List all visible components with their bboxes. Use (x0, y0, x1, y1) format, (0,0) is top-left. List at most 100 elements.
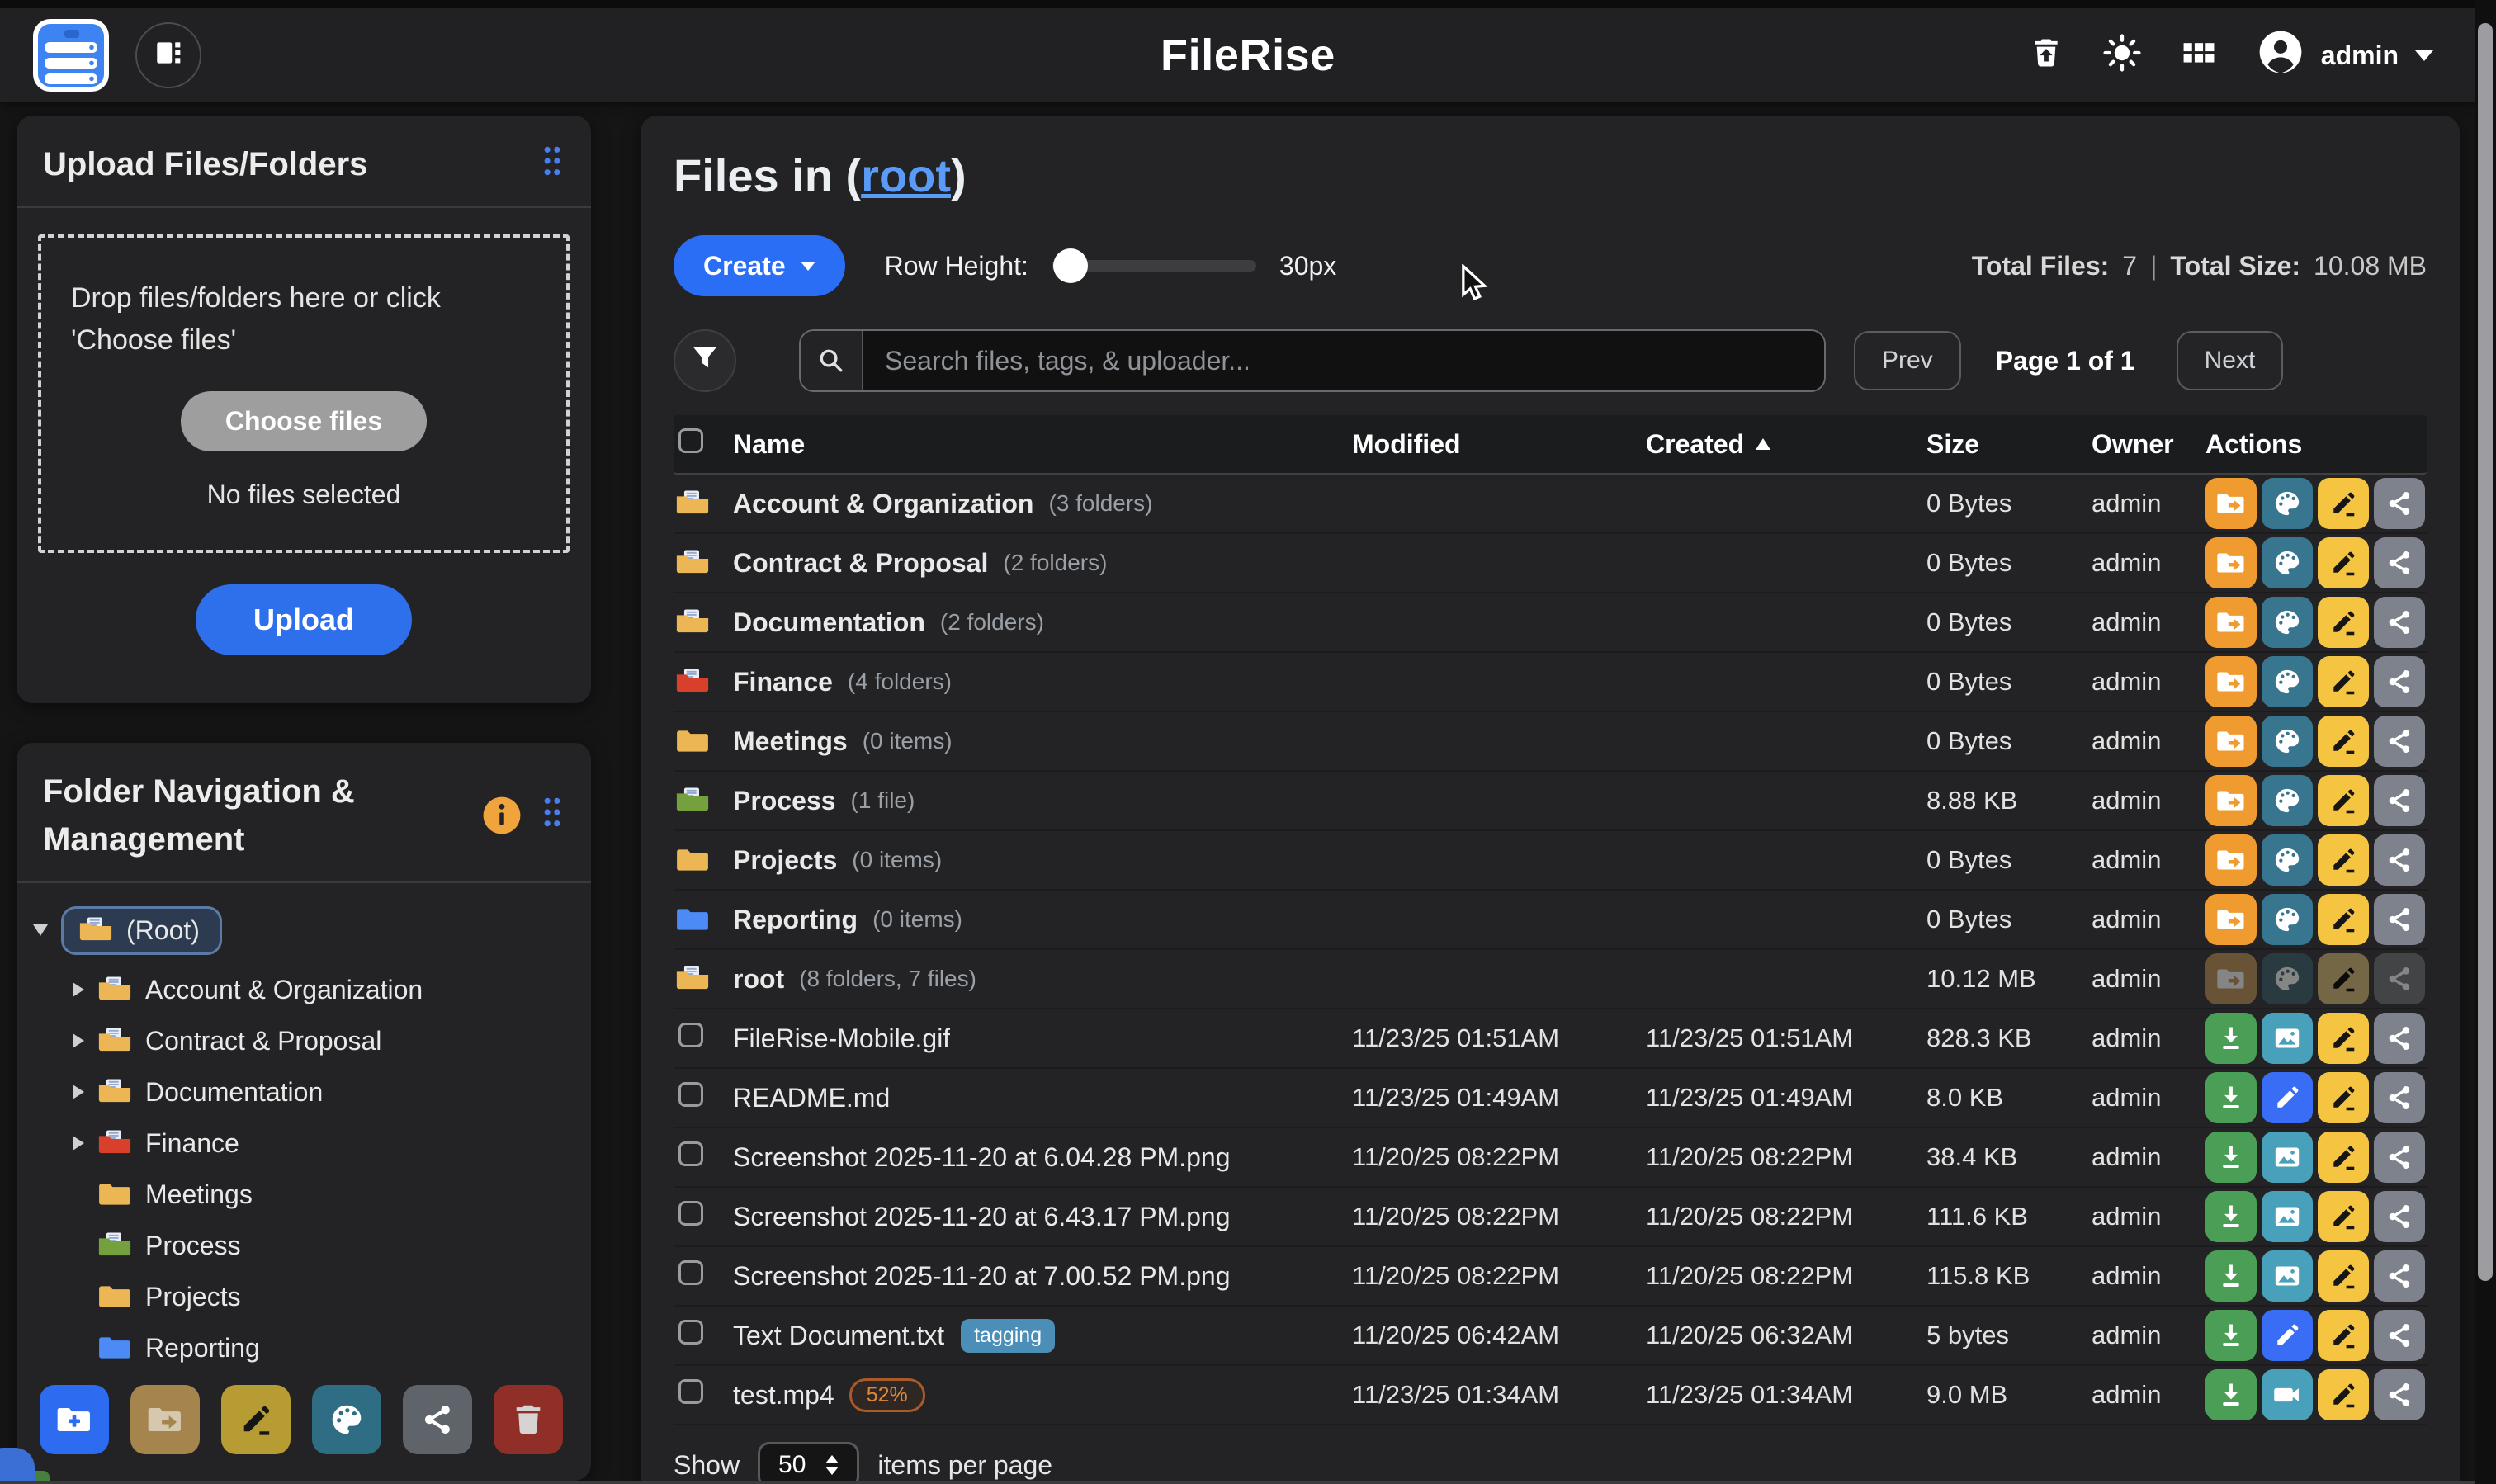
file-name[interactable]: Screenshot 2025-11-20 at 6.04.28 PM.png (733, 1142, 1230, 1173)
open-folder-button[interactable] (2205, 478, 2257, 529)
column-header-created[interactable]: Created (1646, 429, 1926, 460)
download-button[interactable] (2205, 1072, 2257, 1123)
rename-button[interactable] (2318, 716, 2369, 767)
folder-name[interactable]: Process (733, 786, 836, 816)
create-folder-button[interactable] (40, 1385, 109, 1454)
rename-button[interactable] (2318, 1132, 2369, 1183)
edit-text-button[interactable] (2262, 1072, 2313, 1123)
column-header-name[interactable]: Name (733, 429, 1352, 460)
palette-button[interactable] (2262, 716, 2313, 767)
prev-page-button[interactable]: Prev (1854, 331, 1961, 390)
rename-button[interactable] (2318, 597, 2369, 648)
folder-tree-item[interactable]: Documentation (33, 1066, 578, 1118)
share-folder-button[interactable] (403, 1385, 472, 1454)
row-checkbox[interactable] (678, 1023, 703, 1047)
rename-button[interactable] (2318, 1369, 2369, 1420)
share-button[interactable] (2374, 478, 2425, 529)
folder-row[interactable]: Projects(0 items)0 Bytesadmin (674, 831, 2427, 891)
row-checkbox[interactable] (678, 1082, 703, 1107)
palette-button[interactable] (2262, 894, 2313, 945)
selected-folder-pill[interactable]: (Root) (61, 906, 222, 955)
open-folder-button[interactable] (2205, 716, 2257, 767)
share-button[interactable] (2374, 1310, 2425, 1361)
column-header-owner[interactable]: Owner (2092, 429, 2205, 460)
rename-button[interactable] (2318, 1250, 2369, 1302)
file-row[interactable]: FileRise-Mobile.gif11/23/25 01:51AM11/23… (674, 1009, 2427, 1069)
share-button[interactable] (2374, 1250, 2425, 1302)
folder-row[interactable]: Reporting(0 items)0 Bytesadmin (674, 891, 2427, 950)
rename-button[interactable] (2318, 775, 2369, 826)
next-page-button[interactable]: Next (2177, 331, 2284, 390)
drag-handle-icon[interactable] (540, 795, 565, 836)
file-dropzone[interactable]: Drop files/folders here or click'Choose … (38, 234, 570, 553)
download-button[interactable] (2205, 1250, 2257, 1302)
download-button[interactable] (2205, 1132, 2257, 1183)
folder-name[interactable]: Finance (733, 667, 833, 697)
download-button[interactable] (2205, 1013, 2257, 1064)
folder-tree-item[interactable]: Finance (33, 1118, 578, 1169)
row-checkbox[interactable] (678, 1260, 703, 1285)
create-button[interactable]: Create (674, 235, 845, 296)
caret-right-icon[interactable] (73, 1136, 84, 1151)
folder-tree-item[interactable]: Account & Organization (33, 964, 578, 1015)
row-height-slider[interactable] (1052, 260, 1256, 272)
share-button[interactable] (2374, 1191, 2425, 1242)
folder-row[interactable]: Process(1 file)8.88 KBadmin (674, 772, 2427, 831)
folder-tree-item[interactable]: Process (33, 1220, 578, 1271)
theme-toggle-button[interactable] (2103, 34, 2141, 78)
open-folder-button[interactable] (2205, 537, 2257, 588)
caret-right-icon[interactable] (73, 1033, 84, 1048)
rename-button[interactable] (2318, 478, 2369, 529)
palette-button[interactable] (2262, 597, 2313, 648)
select-all-checkbox[interactable] (678, 428, 703, 453)
file-row[interactable]: Screenshot 2025-11-20 at 6.04.28 PM.png1… (674, 1128, 2427, 1188)
folder-row[interactable]: root(8 folders, 7 files)10.12 MBadmin (674, 950, 2427, 1009)
folder-row[interactable]: Account & Organization(3 folders)0 Bytes… (674, 475, 2427, 534)
folder-tree-item[interactable]: Contract & Proposal (33, 1015, 578, 1066)
apps-grid-button[interactable] (2181, 35, 2217, 77)
app-logo[interactable] (33, 19, 109, 92)
share-button[interactable] (2374, 1369, 2425, 1420)
preview-video-button[interactable] (2262, 1369, 2313, 1420)
caret-right-icon[interactable] (73, 982, 84, 997)
row-checkbox[interactable] (678, 1379, 703, 1404)
share-button[interactable] (2374, 894, 2425, 945)
share-button[interactable] (2374, 1132, 2425, 1183)
caret-right-icon[interactable] (73, 1085, 84, 1099)
preview-image-button[interactable] (2262, 1191, 2313, 1242)
rename-folder-button[interactable] (221, 1385, 291, 1454)
file-name[interactable]: Screenshot 2025-11-20 at 7.00.52 PM.png (733, 1261, 1230, 1292)
palette-button[interactable] (2262, 775, 2313, 826)
folder-name[interactable]: Reporting (733, 905, 858, 935)
row-checkbox[interactable] (678, 1320, 703, 1345)
rename-button[interactable] (2318, 656, 2369, 707)
rename-button[interactable] (2318, 1013, 2369, 1064)
folder-name[interactable]: root (733, 964, 784, 995)
rename-button[interactable] (2318, 834, 2369, 886)
file-row[interactable]: Text Document.txttagging11/20/25 06:42AM… (674, 1307, 2427, 1366)
file-row[interactable]: Screenshot 2025-11-20 at 7.00.52 PM.png1… (674, 1247, 2427, 1307)
delete-folder-button[interactable] (494, 1385, 563, 1454)
preview-image-button[interactable] (2262, 1013, 2313, 1064)
rename-button[interactable] (2318, 537, 2369, 588)
open-folder-button[interactable] (2205, 894, 2257, 945)
palette-button[interactable] (2262, 537, 2313, 588)
share-button[interactable] (2374, 597, 2425, 648)
share-button[interactable] (2374, 716, 2425, 767)
folder-name[interactable]: Contract & Proposal (733, 548, 988, 579)
file-name[interactable]: Screenshot 2025-11-20 at 6.43.17 PM.png (733, 1202, 1230, 1232)
preview-image-button[interactable] (2262, 1132, 2313, 1183)
palette-button[interactable] (2262, 834, 2313, 886)
folder-name[interactable]: Meetings (733, 726, 848, 757)
folder-color-button[interactable] (312, 1385, 381, 1454)
open-folder-button[interactable] (2205, 597, 2257, 648)
page-scrollbar[interactable] (2475, 0, 2496, 1484)
drag-handle-icon[interactable] (540, 144, 565, 185)
choose-files-button[interactable]: Choose files (181, 391, 427, 451)
palette-button[interactable] (2262, 478, 2313, 529)
share-button[interactable] (2374, 537, 2425, 588)
sidebar-toggle-button[interactable] (135, 22, 201, 88)
share-button[interactable] (2374, 834, 2425, 886)
items-per-page-select[interactable]: 50 (758, 1442, 859, 1484)
info-icon[interactable] (480, 794, 523, 837)
